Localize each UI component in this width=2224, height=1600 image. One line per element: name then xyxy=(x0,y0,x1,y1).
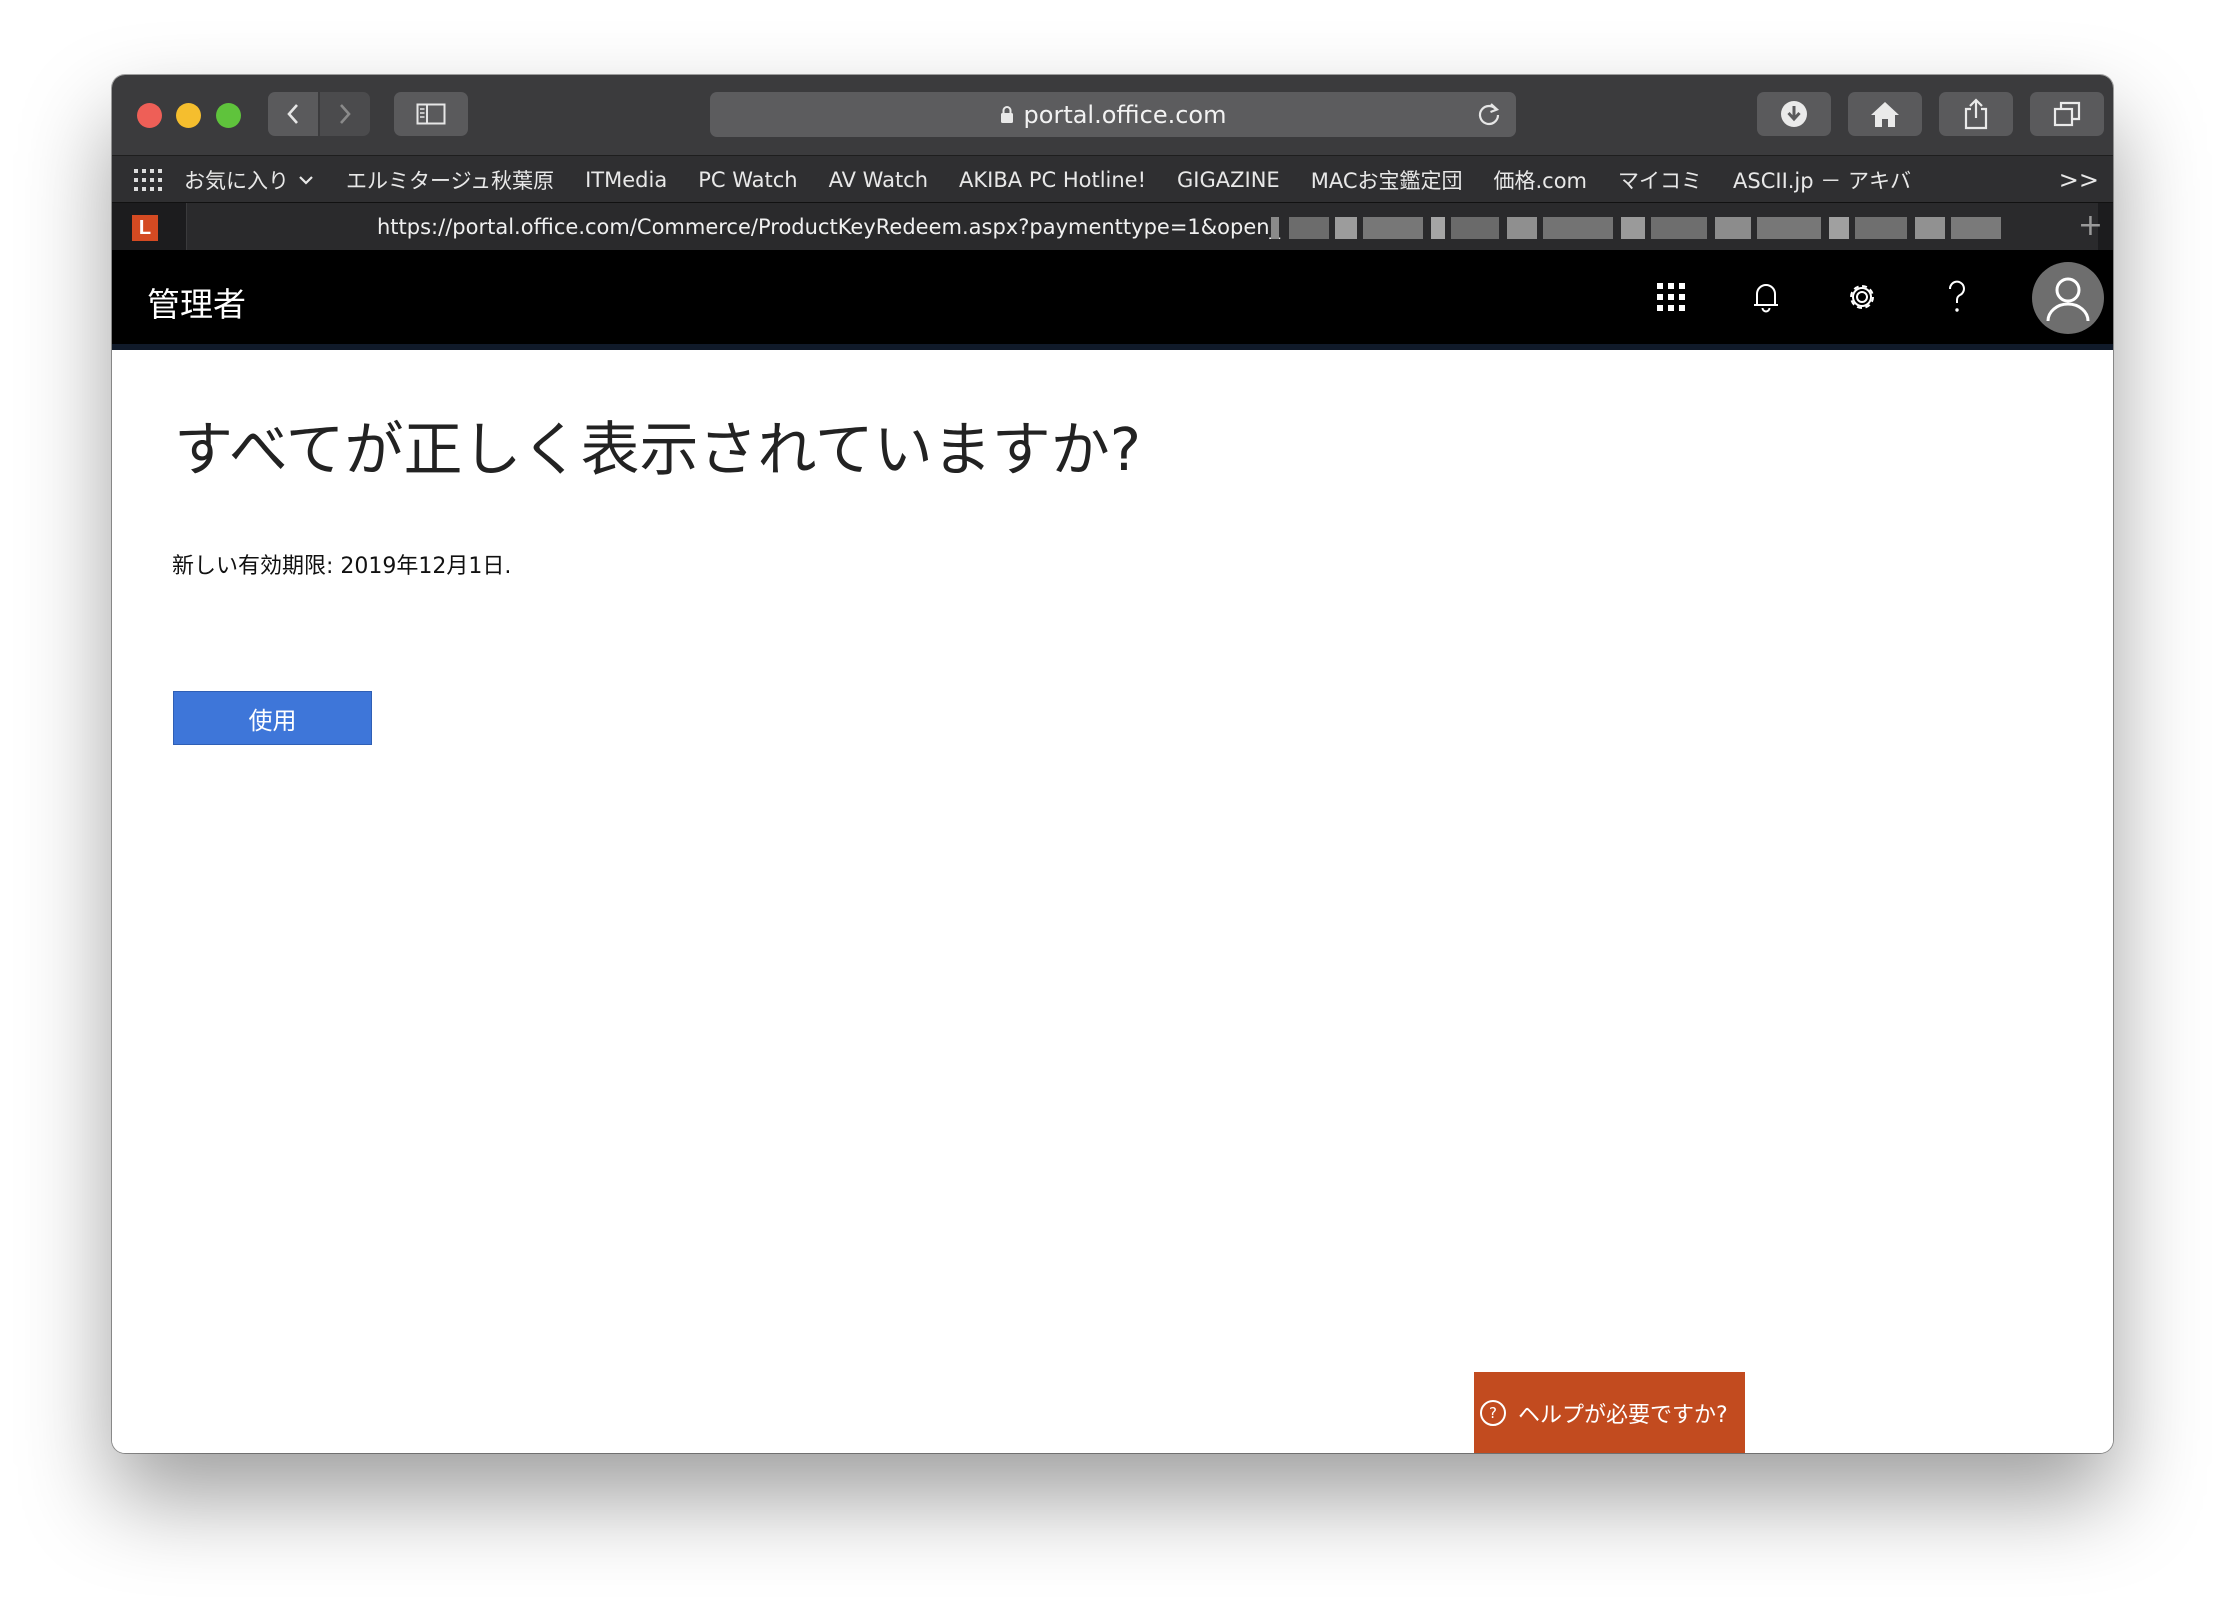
bookmark-label: 価格.com xyxy=(1493,168,1588,193)
bookmark-item[interactable]: AKIBA PC Hotline! xyxy=(959,168,1146,192)
chevron-right-icon xyxy=(340,104,351,124)
share-button[interactable] xyxy=(1939,92,2013,136)
bookmark-label: ITMedia xyxy=(585,167,668,192)
sidebar-toggle-button[interactable] xyxy=(394,92,468,136)
bookmarks-grid-button[interactable] xyxy=(112,168,184,192)
waffle-icon xyxy=(1657,283,1685,311)
help-button[interactable] xyxy=(1930,270,1984,324)
bookmark-item[interactable]: AV Watch xyxy=(829,168,928,192)
bookmark-item[interactable]: ITMedia xyxy=(585,168,667,192)
bookmark-item[interactable]: 価格.com xyxy=(1493,165,1587,195)
tabs-icon xyxy=(2053,101,2081,127)
close-window-button[interactable] xyxy=(137,103,162,128)
zoom-window-button[interactable] xyxy=(216,103,241,128)
navigation-buttons xyxy=(268,92,370,136)
confirmation-heading: すべてが正しく表示されていますか? xyxy=(174,415,1142,484)
expiry-date-text: 新しい有効期限: 2019年12月1日. xyxy=(172,554,512,579)
notifications-button[interactable] xyxy=(1739,270,1793,324)
bookmark-label: GIGAZINE xyxy=(1177,167,1280,192)
settings-button[interactable] xyxy=(1835,270,1889,324)
bookmark-label: ASCII.jp － アキバ xyxy=(1733,168,1911,193)
bookmarks-overflow-button[interactable]: >> xyxy=(2059,166,2099,194)
new-tab-button[interactable]: + xyxy=(2078,211,2103,241)
download-icon xyxy=(1781,101,1807,127)
forward-button[interactable] xyxy=(320,92,370,136)
gear-icon xyxy=(1850,285,1874,309)
tab-favicon[interactable]: L xyxy=(132,215,158,241)
main-content: すべてが正しく表示されていますか? 新しい有効期限: 2019年12月1日. 使… xyxy=(112,350,2113,1453)
bell-icon xyxy=(1754,284,1778,313)
bookmark-favorites[interactable]: お気に入り xyxy=(184,165,315,195)
minimize-window-button[interactable] xyxy=(176,103,201,128)
grid-icon xyxy=(134,168,162,191)
bookmark-label: AV Watch xyxy=(828,167,929,192)
user-avatar[interactable] xyxy=(2032,262,2104,334)
back-button[interactable] xyxy=(268,92,318,136)
bookmark-label: AKIBA PC Hotline! xyxy=(959,167,1147,192)
bookmark-label: マイコミ xyxy=(1618,168,1703,193)
bookmark-label: エルミタージュ秋葉原 xyxy=(346,168,555,193)
help-circle-icon: ? xyxy=(1480,1399,1506,1426)
home-icon xyxy=(1871,102,1899,127)
title-bar: portal.office.com xyxy=(112,75,2113,155)
bookmarks-bar: お気に入り エルミタージュ秋葉原 ITMedia PC Watch AV Wat… xyxy=(112,155,2113,203)
chevron-left-icon xyxy=(287,104,298,124)
home-button[interactable] xyxy=(1848,92,1922,136)
tab-bar: L https://portal.office.com/Commerce/Pro… xyxy=(112,202,2113,251)
tabs-overview-button[interactable] xyxy=(2030,92,2104,136)
question-icon xyxy=(1948,280,1965,312)
bookmark-item[interactable]: PC Watch xyxy=(698,168,797,192)
bookmark-label: PC Watch xyxy=(698,167,798,192)
bookmark-item[interactable]: ASCII.jp － アキバ xyxy=(1733,165,1911,195)
redacted-url-part xyxy=(1271,217,2001,239)
bookmark-item[interactable]: GIGAZINE xyxy=(1177,168,1280,192)
bookmark-label: お気に入り xyxy=(184,168,289,193)
bookmark-item[interactable]: MACお宝鑑定団 xyxy=(1311,165,1463,195)
sidebar-icon xyxy=(416,103,446,125)
address-bar[interactable]: portal.office.com xyxy=(710,92,1516,137)
bookmark-item[interactable]: エルミタージュ秋葉原 xyxy=(346,165,554,195)
share-icon xyxy=(1964,98,1988,130)
user-icon xyxy=(2046,277,2090,322)
bookmark-item[interactable]: マイコミ xyxy=(1618,165,1702,195)
address-host: portal.office.com xyxy=(1023,100,1227,129)
need-help-label: ヘルプが必要ですか? xyxy=(1518,1402,1728,1428)
reload-icon[interactable] xyxy=(1476,101,1502,133)
chevron-down-icon xyxy=(299,175,313,185)
app-launcher-button[interactable] xyxy=(1644,270,1698,324)
use-button[interactable]: 使用 xyxy=(173,691,372,745)
browser-window: portal.office.com お気に入り エルミタージュ秋葉原 ITMed… xyxy=(112,75,2113,1453)
tab-title-url: https://portal.office.com/Commerce/Produ… xyxy=(377,215,1281,239)
lock-icon xyxy=(1000,105,1014,124)
downloads-button[interactable] xyxy=(1757,92,1831,136)
page-title: 管理者 xyxy=(147,285,246,324)
bookmark-label: MACお宝鑑定団 xyxy=(1310,168,1463,193)
office-header: 管理者 xyxy=(112,250,2113,344)
active-tab[interactable]: https://portal.office.com/Commerce/Produ… xyxy=(186,203,2098,251)
need-help-button[interactable]: ? ヘルプが必要ですか? xyxy=(1474,1372,1745,1453)
